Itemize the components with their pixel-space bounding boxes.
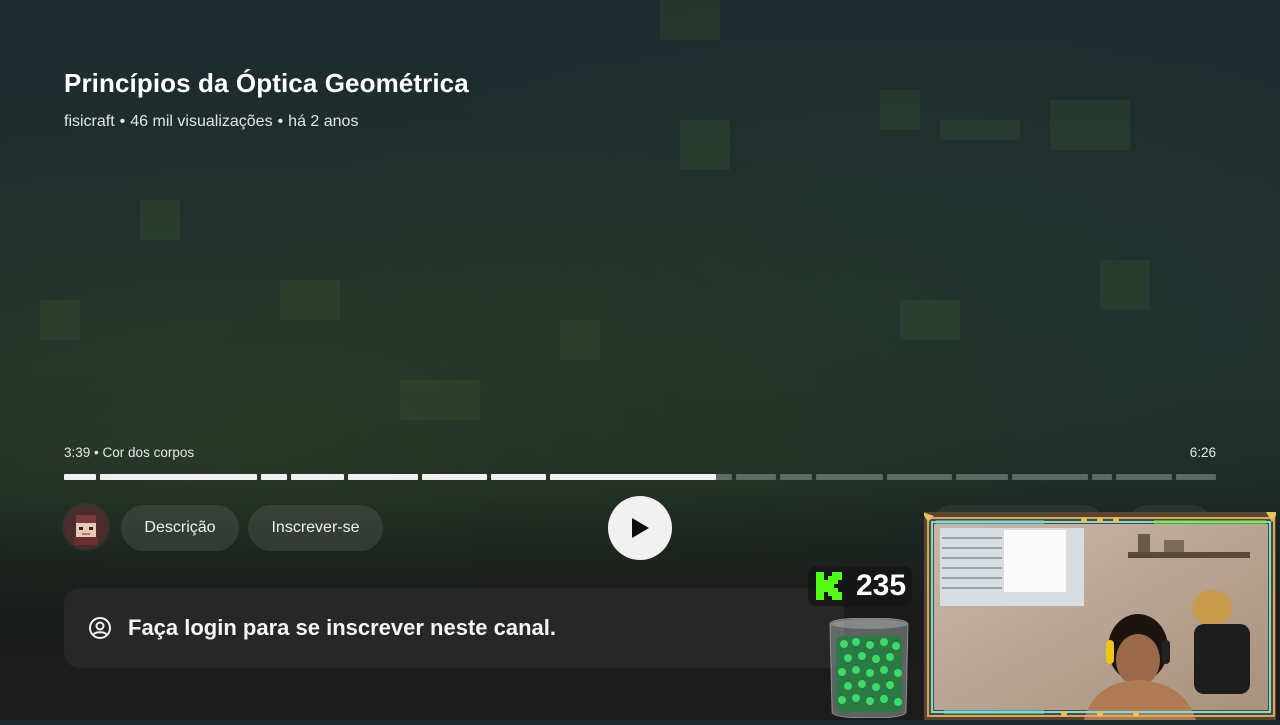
video-meta: fisicraft • 46 mil visualizações • há 2 anos (64, 113, 358, 131)
progress-segment[interactable] (422, 474, 487, 480)
progress-segment[interactable] (348, 474, 418, 480)
progress-segment[interactable] (550, 474, 732, 480)
play-button[interactable] (608, 496, 672, 560)
progress-segment-fill (491, 474, 546, 480)
progress-segment[interactable] (261, 474, 287, 480)
channel-avatar[interactable] (64, 505, 108, 549)
progress-segment[interactable] (491, 474, 546, 480)
chapter-info: 3:39 • Cor dos corpos (64, 445, 194, 460)
progress-segment[interactable] (887, 474, 952, 480)
kick-count: 235 (856, 569, 907, 602)
meta-separator: • (277, 113, 284, 130)
progress-segment-fill (64, 474, 96, 480)
upload-age: há 2 anos (288, 113, 359, 130)
progress-segment-fill (291, 474, 344, 480)
chapter-title: Cor dos corpos (102, 445, 195, 460)
progress-segment[interactable] (1012, 474, 1088, 480)
kick-logo-icon (816, 572, 842, 600)
progress-segment-fill (422, 474, 487, 480)
video-duration: 6:26 (1189, 445, 1216, 460)
progress-segment-fill (261, 474, 287, 480)
webcam-overlay (922, 512, 1278, 720)
meta-separator: • (119, 113, 126, 130)
description-button[interactable]: Descrição (121, 505, 239, 551)
login-prompt[interactable]: Faça login para se inscrever neste canal… (64, 588, 844, 668)
progress-segment[interactable] (736, 474, 776, 480)
progress-segment[interactable] (1092, 474, 1112, 480)
progress-segment[interactable] (64, 474, 96, 480)
progress-segment[interactable] (1176, 474, 1216, 480)
progress-segment[interactable] (816, 474, 883, 480)
progress-bar[interactable] (64, 474, 1216, 480)
progress-segment-fill (348, 474, 418, 480)
kick-jar-icon (826, 617, 912, 719)
account-circle-icon (89, 617, 111, 639)
chapter-separator: • (94, 445, 99, 460)
progress-segment[interactable] (956, 474, 1008, 480)
login-prompt-text: Faça login para se inscrever neste canal… (128, 615, 556, 640)
view-count: 46 mil visualizações (130, 113, 273, 130)
progress-segment-fill (100, 474, 257, 480)
channel-name[interactable]: fisicraft (64, 113, 115, 130)
progress-segment[interactable] (1116, 474, 1172, 480)
kick-counter: 235 (808, 566, 912, 606)
current-time: 3:39 (64, 445, 91, 460)
play-icon (632, 518, 649, 538)
progress-segment[interactable] (780, 474, 812, 480)
progress-segment[interactable] (291, 474, 344, 480)
progress-segment-fill (550, 474, 717, 480)
video-title: Princípios da Óptica Geométrica (64, 68, 469, 98)
subscribe-button[interactable]: Inscrever-se (248, 505, 383, 551)
progress-segment[interactable] (100, 474, 257, 480)
